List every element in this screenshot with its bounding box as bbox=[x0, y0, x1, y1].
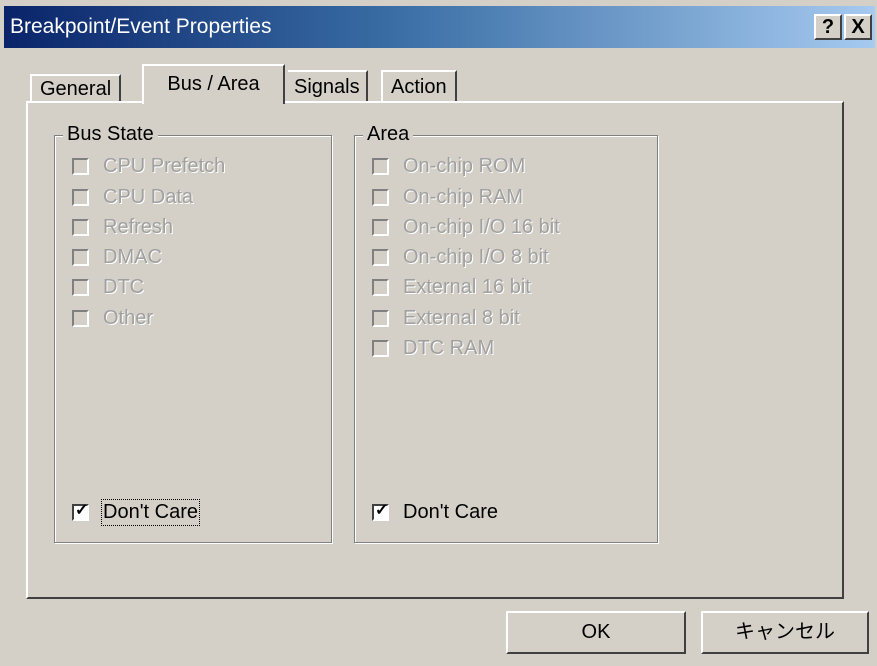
dtc-ram-checkbox[interactable]: DTC RAM bbox=[372, 334, 494, 362]
on-chip-rom-checkbox[interactable]: On-chip ROM bbox=[372, 152, 525, 180]
checkbox-box bbox=[72, 218, 89, 236]
checkbox-box bbox=[372, 248, 389, 266]
checkbox-box bbox=[372, 309, 389, 327]
checkbox-label: Don't Care bbox=[101, 498, 200, 526]
on-chip-io-16-checkbox[interactable]: On-chip I/O 16 bit bbox=[372, 213, 560, 241]
tab-signals[interactable]: Signals bbox=[288, 70, 368, 103]
title-bar[interactable]: Breakpoint/Event Properties ? X bbox=[4, 6, 875, 48]
checkbox-box bbox=[72, 278, 89, 296]
bus-dont-care-checkbox[interactable]: ✓ Don't Care bbox=[72, 498, 200, 526]
checkmark-icon: ✓ bbox=[375, 501, 389, 519]
checkbox-box bbox=[72, 248, 89, 266]
area-dont-care-checkbox[interactable]: ✓ Don't Care bbox=[372, 498, 498, 526]
tab-bus-area[interactable]: Bus / Area bbox=[142, 64, 285, 104]
on-chip-io-8-checkbox[interactable]: On-chip I/O 8 bit bbox=[372, 243, 549, 271]
bus-state-group: Bus State CPU Prefetch CPU Data Refresh … bbox=[54, 123, 332, 543]
checkbox-box: ✓ bbox=[372, 501, 389, 521]
checkbox-label: On-chip I/O 16 bit bbox=[403, 215, 560, 238]
checkbox-box bbox=[372, 157, 389, 175]
checkbox-box bbox=[372, 218, 389, 236]
external-16-checkbox[interactable]: External 16 bit bbox=[372, 273, 531, 301]
checkbox-box bbox=[72, 188, 89, 206]
checkbox-box bbox=[372, 188, 389, 206]
refresh-checkbox[interactable]: Refresh bbox=[72, 213, 173, 241]
close-button[interactable]: X bbox=[844, 14, 872, 40]
checkmark-icon: ✓ bbox=[75, 501, 89, 519]
other-checkbox[interactable]: Other bbox=[72, 304, 153, 332]
area-label: Area bbox=[363, 123, 414, 146]
checkbox-label: DTC RAM bbox=[403, 336, 495, 359]
checkbox-label: Don't Care bbox=[403, 500, 498, 523]
cpu-data-checkbox[interactable]: CPU Data bbox=[72, 183, 193, 211]
cancel-button[interactable]: キャンセル bbox=[701, 611, 869, 654]
cpu-prefetch-checkbox[interactable]: CPU Prefetch bbox=[72, 152, 225, 180]
checkbox-label: Refresh bbox=[103, 215, 174, 238]
help-button[interactable]: ? bbox=[814, 14, 842, 40]
ok-button[interactable]: OK bbox=[506, 611, 686, 654]
checkbox-label: Other bbox=[103, 306, 154, 329]
checkbox-box: ✓ bbox=[72, 501, 89, 521]
dtc-checkbox[interactable]: DTC bbox=[72, 273, 144, 301]
checkbox-box bbox=[72, 157, 89, 175]
checkbox-label: On-chip I/O 8 bit bbox=[403, 245, 549, 268]
checkbox-label: External 16 bit bbox=[403, 275, 531, 298]
checkbox-box bbox=[372, 339, 389, 357]
dmac-checkbox[interactable]: DMAC bbox=[72, 243, 162, 271]
checkbox-label: On-chip RAM bbox=[403, 185, 524, 208]
checkbox-label: CPU Prefetch bbox=[103, 154, 226, 177]
checkbox-label: External 8 bit bbox=[403, 306, 520, 329]
window-title: Breakpoint/Event Properties bbox=[10, 15, 272, 38]
checkbox-label: DMAC bbox=[103, 245, 162, 268]
dialog-window: Breakpoint/Event Properties ? X General … bbox=[0, 0, 877, 666]
on-chip-ram-checkbox[interactable]: On-chip RAM bbox=[372, 183, 523, 211]
checkbox-box bbox=[72, 309, 89, 327]
tab-general[interactable]: General bbox=[30, 74, 122, 103]
checkbox-box bbox=[372, 278, 389, 296]
bus-state-label: Bus State bbox=[63, 123, 158, 146]
tab-action[interactable]: Action bbox=[381, 70, 457, 103]
area-group: Area On-chip ROM On-chip RAM On-chip I/O… bbox=[354, 123, 658, 543]
checkbox-label: CPU Data bbox=[103, 185, 194, 208]
checkbox-label: On-chip ROM bbox=[403, 154, 526, 177]
external-8-checkbox[interactable]: External 8 bit bbox=[372, 304, 520, 332]
checkbox-label: DTC bbox=[103, 275, 145, 298]
